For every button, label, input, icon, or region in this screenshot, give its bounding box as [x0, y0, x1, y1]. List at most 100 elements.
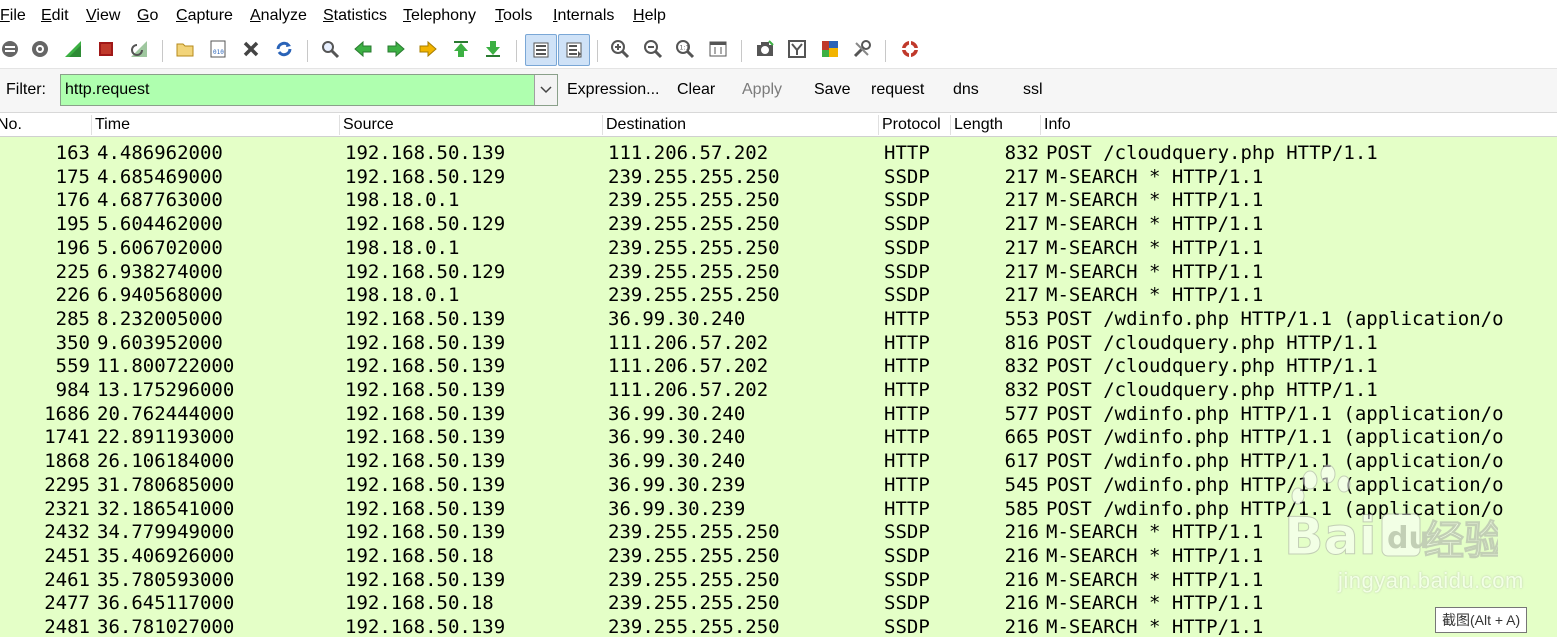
cell-length: 216 — [1004, 544, 1039, 567]
filter-button-ssl[interactable]: ssl — [1023, 81, 1043, 99]
toolbar-separator — [885, 40, 886, 62]
display-filters-icon[interactable] — [786, 38, 808, 60]
reload-icon[interactable] — [273, 38, 295, 60]
cell-source: 192.168.50.139 — [345, 521, 506, 544]
cell-time: 4.687763000 — [97, 189, 223, 212]
coloring-rules-icon[interactable] — [819, 38, 841, 60]
normal-size-icon[interactable]: 1:1 — [674, 38, 696, 60]
menu-view[interactable]: View — [86, 6, 120, 26]
cell-protocol: HTTP — [884, 450, 930, 473]
table-row[interactable]: 1868 26.106184000 192.168.50.139 36.99.30.2… — [0, 450, 1557, 474]
menu-telephony[interactable]: Telephony — [403, 6, 476, 26]
preferences-icon[interactable] — [851, 38, 873, 60]
menu-go[interactable]: Go — [137, 6, 158, 26]
table-row[interactable]: 2295 31.780685000 192.168.50.139 36.99.30.2… — [0, 473, 1557, 498]
table-row[interactable]: 2461 35.780593000 192.168.50.139 239.255.25… — [0, 568, 1557, 593]
column-header-source[interactable]: Source — [339, 115, 394, 135]
zoom-out-icon[interactable] — [642, 38, 664, 60]
cell-destination: 111.206.57.202 — [608, 379, 769, 401]
menu-internals[interactable]: Internals — [553, 6, 614, 26]
table-row[interactable]: 2321 32.186541000 192.168.50.139 36.99.30.2… — [0, 497, 1557, 522]
close-file-icon[interactable] — [240, 38, 262, 60]
table-row[interactable]: 2481 36.781027000 192.168.50.139 239.255.25… — [0, 616, 1557, 637]
clear-button[interactable]: Clear — [677, 81, 715, 99]
table-row[interactable]: 226 6.940568000 198.18.0.1 239.255.255.250 S… — [0, 284, 1557, 308]
table-row[interactable]: 196 5.606702000 198.18.0.1 239.255.255.250 S… — [0, 236, 1557, 261]
table-row[interactable]: 285 8.232005000 192.168.50.139 36.99.30.240… — [0, 307, 1557, 332]
autoscroll-icon[interactable] — [558, 34, 590, 66]
cell-no: 225 — [55, 260, 90, 283]
cell-info: M-SEARCH * HTTP/1.1 — [1046, 521, 1264, 544]
column-header-info[interactable]: Info — [1040, 115, 1071, 135]
cell-protocol: SSDP — [884, 616, 930, 637]
go-to-packet-icon[interactable] — [417, 38, 439, 60]
cell-destination: 36.99.30.239 — [608, 497, 746, 520]
resize-columns-icon[interactable] — [707, 38, 729, 60]
menu-file[interactable]: File — [0, 6, 26, 26]
column-header-time[interactable]: Time — [91, 115, 130, 135]
menu-edit[interactable]: Edit — [41, 6, 69, 26]
table-row[interactable]: 1686 20.762444000 192.168.50.139 36.99.30.2… — [0, 402, 1557, 427]
column-header-destination[interactable]: Destination — [602, 115, 686, 135]
table-row[interactable]: 163 4.486962000 192.168.50.139 111.206.57.2… — [0, 142, 1557, 166]
cell-length: 216 — [1004, 568, 1039, 591]
cell-info: POST /wdinfo.php HTTP/1.1 (application/o — [1046, 450, 1504, 473]
column-header-protocol[interactable]: Protocol — [878, 115, 941, 135]
colorize-icon[interactable] — [525, 34, 557, 66]
table-row[interactable]: 559 11.800722000 192.168.50.139 111.206.57.… — [0, 355, 1557, 379]
go-back-icon[interactable] — [352, 38, 374, 60]
table-row[interactable]: 984 13.175296000 192.168.50.139 111.206.57.… — [0, 379, 1557, 403]
apply-button[interactable]: Apply — [742, 81, 782, 99]
cell-source: 192.168.50.139 — [345, 616, 506, 637]
restart-capture-icon[interactable] — [128, 38, 150, 60]
zoom-in-icon[interactable] — [609, 38, 631, 60]
menu-analyze[interactable]: Analyze — [250, 6, 307, 26]
cell-time: 13.175296000 — [97, 379, 235, 401]
table-row[interactable]: 1741 22.891193000 192.168.50.139 36.99.30.2… — [0, 426, 1557, 451]
table-row[interactable]: 2477 36.645117000 192.168.50.18 239.255.255… — [0, 592, 1557, 616]
go-last-icon[interactable] — [482, 38, 504, 60]
cell-destination: 36.99.30.240 — [608, 426, 746, 449]
table-row[interactable]: 175 4.685469000 192.168.50.129 239.255.255.… — [0, 165, 1557, 190]
chevron-down-icon — [540, 81, 552, 99]
go-first-icon[interactable] — [450, 38, 472, 60]
start-capture-icon[interactable] — [62, 38, 84, 60]
filter-button-request[interactable]: request — [871, 81, 924, 99]
table-row[interactable]: 225 6.938274000 192.168.50.129 239.255.255.… — [0, 260, 1557, 285]
menu-capture[interactable]: Capture — [176, 6, 233, 26]
cell-protocol: HTTP — [884, 379, 930, 401]
filter-button-dns[interactable]: dns — [953, 81, 979, 99]
cell-no: 2432 — [44, 521, 90, 544]
menu-statistics[interactable]: Statistics — [323, 6, 387, 26]
find-packet-icon[interactable] — [319, 38, 341, 60]
table-row[interactable]: 2451 35.406926000 192.168.50.18 239.255.255… — [0, 544, 1557, 569]
interfaces-icon[interactable] — [0, 38, 21, 60]
column-header-no[interactable]: No. — [0, 115, 22, 135]
table-row[interactable]: 176 4.687763000 198.18.0.1 239.255.255.250 S… — [0, 189, 1557, 214]
cell-source: 192.168.50.139 — [345, 355, 506, 378]
cell-protocol: HTTP — [884, 497, 930, 520]
options-icon[interactable] — [29, 38, 51, 60]
cell-no: 2461 — [44, 568, 90, 591]
table-row[interactable]: 195 5.604462000 192.168.50.129 239.255.255.… — [0, 213, 1557, 237]
filter-combobox[interactable] — [60, 74, 558, 106]
filter-dropdown-button[interactable] — [534, 75, 557, 105]
go-forward-icon[interactable] — [385, 38, 407, 60]
menu-help[interactable]: Help — [633, 6, 666, 26]
column-header-length[interactable]: Length — [950, 115, 1003, 135]
menu-tools[interactable]: Tools — [495, 6, 532, 26]
packet-list[interactable]: 163 4.486962000 192.168.50.139 111.206.57.2… — [0, 137, 1557, 637]
stop-capture-icon[interactable] — [95, 38, 117, 60]
capture-filters-icon[interactable] — [754, 38, 776, 60]
save-button[interactable]: Save — [814, 81, 850, 99]
display-filter-input[interactable] — [65, 75, 531, 105]
expression-button[interactable]: Expression... — [567, 81, 659, 99]
table-row[interactable]: 2432 34.779949000 192.168.50.139 239.255.25… — [0, 521, 1557, 545]
table-row[interactable]: 350 9.603952000 192.168.50.139 111.206.57.2… — [0, 331, 1557, 356]
cell-info: M-SEARCH * HTTP/1.1 — [1046, 165, 1264, 188]
open-file-icon[interactable] — [174, 38, 196, 60]
help-icon[interactable] — [899, 38, 921, 60]
cell-source: 192.168.50.139 — [345, 379, 506, 401]
cell-info: M-SEARCH * HTTP/1.1 — [1046, 189, 1264, 212]
save-file-icon[interactable]: 010 — [207, 38, 229, 60]
